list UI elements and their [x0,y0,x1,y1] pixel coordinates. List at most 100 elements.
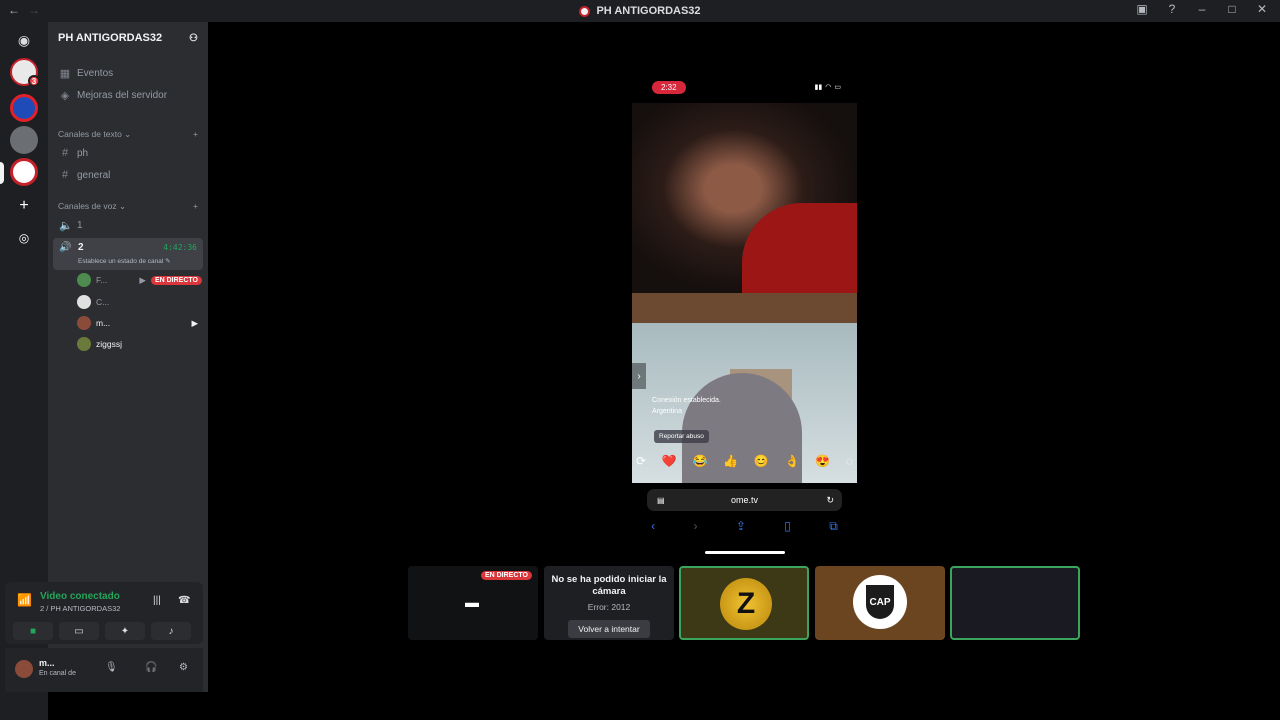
gear-icon[interactable]: ⚙ [179,662,188,673]
channel-status[interactable]: Establece un estado de canal ✎ [78,257,171,265]
inbox-icon[interactable]: ▣ [1136,2,1148,16]
forward-arrow-icon[interactable]: → [28,3,40,17]
channel-label: general [77,169,111,181]
retry-button[interactable]: Volver a intentar [568,620,650,638]
camera-button[interactable]: ■ [13,622,53,640]
screen-share-button[interactable]: ▭ [59,622,99,640]
live-badge: EN DIRECTO [480,571,532,580]
share-icon[interactable]: ⇪ [736,519,746,534]
calendar-icon: ▦ [59,67,71,80]
thumbs-up-emoji[interactable]: 👍 [723,454,738,468]
explore-icon[interactable]: ◎ [10,224,38,252]
avatar [77,295,91,309]
events-link[interactable]: ▦ Eventos [53,63,203,83]
speaker-icon: 🔊 [59,242,72,253]
voice-category-label: Canales de voz [58,201,117,211]
cap-logo-avatar: CAP [853,575,907,629]
voice-channel-1[interactable]: 🔈 1 [53,215,203,235]
heart-eyes-emoji[interactable]: 😍 [815,454,830,468]
smile-emoji[interactable]: 😊 [754,454,769,468]
voice-user[interactable]: F... ▶ EN DIRECTO [77,271,202,289]
camera-error-code: Error: 2012 [587,602,631,612]
add-server-icon[interactable]: + [10,192,38,220]
video-icon: ▶ [139,274,146,285]
channel-general[interactable]: # general [53,165,203,185]
disconnect-icon[interactable]: ☎ [178,595,190,606]
mention-badge: 3 [28,75,40,87]
user-name: m... [96,318,111,328]
participant-tile[interactable]: CAP [815,566,945,640]
voice-user[interactable]: C... [77,293,202,311]
close-icon[interactable]: ✕ [1256,2,1268,16]
browser-toolbar: ‹ › ⇪ ▯ ⧉ [632,519,857,534]
channel-ph[interactable]: # ph [53,143,203,163]
avatar [77,337,91,351]
server-header[interactable]: PH ANTIGORDAS32 ⚇ [48,22,208,54]
boosts-label: Mejoras del servidor [77,89,168,101]
help-icon[interactable]: ? [1166,2,1178,16]
server-icon[interactable]: 3 [10,58,40,87]
server-icon[interactable] [10,94,38,122]
participant-video-tile[interactable] [950,566,1080,640]
video-stage: 2:32 ▮▮ ◠ ▭ › Conexión establecida. Argent… [208,22,1280,720]
soundboard-button[interactable]: ♪ [151,622,191,640]
home-indicator [705,551,785,554]
voice-action-buttons: ■ ▭ ✦ ♪ [13,622,191,640]
screen-share-tile[interactable]: EN DIRECTO ▬ [408,566,538,640]
tab-icon[interactable]: ▤ [657,496,665,505]
user-name: F... [96,275,108,285]
hash-icon: # [61,169,69,181]
forward-icon[interactable]: › [694,519,698,534]
add-channel-icon[interactable]: + [193,201,198,212]
screen-share-view[interactable]: 2:32 ▮▮ ◠ ▭ › Conexión establecida. Argent… [632,79,857,559]
text-category[interactable]: Canales de texto ⌄ + [58,129,198,140]
bookmarks-icon[interactable]: ▯ [784,519,791,534]
ok-emoji[interactable]: 👌 [784,454,799,468]
chevron-right-icon[interactable]: › [632,363,646,389]
tabs-icon[interactable]: ⧉ [829,519,838,534]
laugh-emoji[interactable]: 😂 [692,454,707,468]
activities-button[interactable]: ✦ [105,622,145,640]
boost-icon: ◈ [60,89,70,102]
heart-emoji[interactable]: ❤️ [662,454,677,468]
add-member-icon[interactable]: ⚇ [189,33,198,44]
user-name: C... [96,297,110,307]
boosts-link[interactable]: ◈ Mejoras del servidor [53,85,203,105]
voice-channel-2[interactable]: 🔊 2 4:42:36 Establece un estado de canal… [53,238,203,270]
voice-category[interactable]: Canales de voz ⌄ + [58,201,198,212]
headphones-icon[interactable]: 🎧 [145,662,157,673]
feed-ceiling [632,293,857,323]
avatar [77,316,91,330]
report-abuse-button[interactable]: Reportar abuso [654,430,709,443]
swap-camera-icon[interactable]: ⟳ [636,454,646,468]
voice-user[interactable]: ziggssj [77,335,202,353]
server-icon[interactable] [10,126,38,154]
connection-status: Video conectado [40,591,120,602]
url-text: ome.tv [730,495,758,505]
server-name: PH ANTIGORDAS32 [58,32,163,44]
back-arrow-icon[interactable]: ← [8,3,20,17]
maximize-icon[interactable]: □ [1226,2,1238,16]
server-icon [579,5,591,17]
browser-url-bar[interactable]: ▤ ome.tv ↻ [647,489,842,511]
server-icon[interactable] [10,158,38,186]
phone-clock: 2:32 [652,81,686,94]
hash-icon: # [61,147,69,159]
connection-channel[interactable]: 2 / PH ANTIGORDAS32 [40,604,120,613]
add-channel-icon[interactable]: + [193,129,198,140]
mic-icon[interactable]: 🎙 [105,662,118,673]
participant-tile[interactable]: Z [679,566,809,640]
window-controls: ▣ ? – □ ✕ [1136,2,1268,16]
cap-logo-text: CAP [866,585,894,619]
reload-icon[interactable]: ↻ [826,495,834,506]
back-icon[interactable]: ‹ [651,519,655,534]
discord-home-icon[interactable]: ◉ [10,26,38,54]
voice-user[interactable]: m... ▶ [77,314,202,332]
avatar[interactable] [15,660,33,678]
call-timer: 4:42:36 [163,243,197,252]
channel-status-text: Establece un estado de canal [78,258,164,265]
minimize-icon[interactable]: – [1196,2,1208,16]
chat-icon[interactable]: ◌ [846,454,853,468]
noise-suppression-icon[interactable]: ||| [153,595,161,606]
local-camera-feed: › Conexión establecida. Argentina Report… [632,293,857,483]
